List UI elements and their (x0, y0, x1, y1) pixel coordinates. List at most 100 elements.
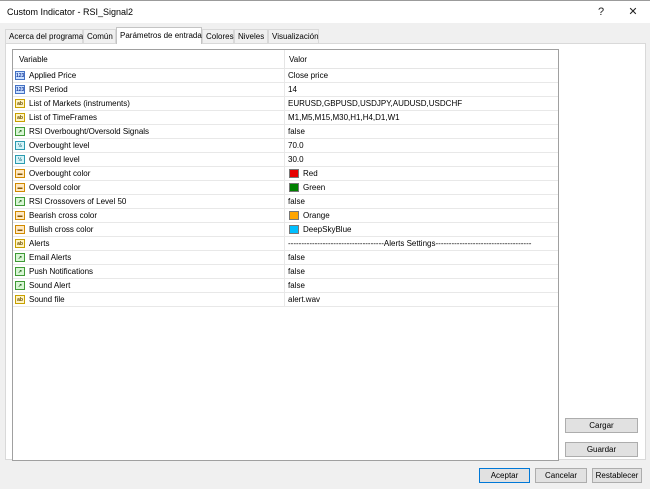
tab-common[interactable]: Común (83, 29, 116, 43)
tab-panel-input-parameters: Variable Valor 123 Applied Price Close pri… (5, 43, 646, 461)
parameter-name: List of TimeFrames (29, 113, 98, 122)
parameter-value[interactable]: Orange (303, 211, 330, 220)
parameter-value[interactable]: Red (303, 169, 318, 178)
cell-divider (284, 69, 285, 83)
parameter-value[interactable]: 14 (288, 85, 297, 94)
color-swatch[interactable] (289, 211, 299, 220)
parameter-name: Applied Price (29, 71, 77, 80)
parameter-value[interactable]: ------------------------------------Aler… (288, 239, 531, 248)
reset-button[interactable]: Restablecer (592, 468, 642, 483)
string-param-icon: ab (15, 99, 25, 108)
parameter-value[interactable]: false (288, 197, 305, 206)
parameter-value[interactable]: 30.0 (288, 155, 304, 164)
string-param-icon: ab (15, 239, 25, 248)
table-row[interactable]: ↗ RSI Crossovers of Level 50 false (13, 195, 558, 209)
parameter-value[interactable]: false (288, 127, 305, 136)
parameter-name: RSI Crossovers of Level 50 (29, 197, 127, 206)
integer-param-icon: 123 (15, 71, 25, 80)
parameter-name: RSI Period (29, 85, 68, 94)
column-header-value[interactable]: Valor (289, 55, 307, 64)
table-row[interactable]: 123 RSI Period 14 (13, 83, 558, 97)
parameter-name: Overbought color (29, 169, 91, 178)
help-button[interactable]: ? (586, 3, 616, 21)
table-header: Variable Valor (13, 50, 558, 69)
table-row[interactable]: ▬ Bearish cross color Orange (13, 209, 558, 223)
parameter-name: Sound file (29, 295, 65, 304)
parameter-value[interactable]: Close price (288, 71, 328, 80)
accept-button[interactable]: Aceptar (479, 468, 530, 483)
parameter-value[interactable]: false (288, 281, 305, 290)
cell-divider (284, 97, 285, 111)
table-row[interactable]: ▬ Overbought color Red (13, 167, 558, 181)
table-row[interactable]: ½ Oversold level 30.0 (13, 153, 558, 167)
table-row[interactable]: ½ Overbought level 70.0 (13, 139, 558, 153)
cell-divider (284, 223, 285, 237)
table-row[interactable]: ab List of Markets (instruments) EURUSD,GB… (13, 97, 558, 111)
cell-divider (284, 111, 285, 125)
parameter-value[interactable]: M1,M5,M15,M30,H1,H4,D1,W1 (288, 113, 400, 122)
parameter-value[interactable]: 70.0 (288, 141, 304, 150)
tab-colors[interactable]: Colores (202, 29, 234, 43)
table-row[interactable]: ▬ Oversold color Green (13, 181, 558, 195)
color-swatch[interactable] (289, 183, 299, 192)
double-param-icon: ½ (15, 155, 25, 164)
cell-divider (284, 181, 285, 195)
integer-param-icon: 123 (15, 85, 25, 94)
cell-divider (284, 237, 285, 251)
cell-divider (284, 251, 285, 265)
cell-divider (284, 153, 285, 167)
column-header-variable[interactable]: Variable (19, 55, 48, 64)
bool-param-icon: ↗ (15, 127, 25, 136)
string-param-icon: ab (15, 295, 25, 304)
cell-divider (284, 293, 285, 307)
color-param-icon: ▬ (15, 225, 25, 234)
parameter-name: Oversold color (29, 183, 81, 192)
load-button[interactable]: Cargar (565, 418, 638, 433)
close-button[interactable]: ✕ (618, 3, 648, 21)
cell-divider (284, 279, 285, 293)
table-row[interactable]: ab List of TimeFrames M1,M5,M15,M30,H1,H4,… (13, 111, 558, 125)
window-title: Custom Indicator - RSI_Signal2 (7, 7, 134, 17)
parameter-value[interactable]: Green (303, 183, 325, 192)
parameter-name: Bearish cross color (29, 211, 98, 220)
cell-divider (284, 83, 285, 97)
parameter-value[interactable]: alert.wav (288, 295, 320, 304)
tab-input-parameters[interactable]: Parámetros de entrada (116, 27, 202, 44)
bool-param-icon: ↗ (15, 281, 25, 290)
double-param-icon: ½ (15, 141, 25, 150)
parameter-name: Email Alerts (29, 253, 72, 262)
bool-param-icon: ↗ (15, 197, 25, 206)
parameter-value[interactable]: false (288, 253, 305, 262)
cell-divider (284, 195, 285, 209)
parameter-value[interactable]: false (288, 267, 305, 276)
save-button[interactable]: Guardar (565, 442, 638, 457)
color-swatch[interactable] (289, 169, 299, 178)
cell-divider (284, 139, 285, 153)
tab-levels[interactable]: Niveles (234, 29, 268, 43)
tab-visualization[interactable]: Visualización (268, 29, 319, 43)
cell-divider (284, 167, 285, 181)
bool-param-icon: ↗ (15, 267, 25, 276)
tab-about[interactable]: Acerca del programa (5, 29, 83, 43)
table-row[interactable]: ↗ Sound Alert false (13, 279, 558, 293)
table-row[interactable]: ↗ RSI Overbought/Oversold Signals false (13, 125, 558, 139)
column-divider[interactable] (284, 50, 285, 69)
table-row[interactable]: ab Sound file alert.wav (13, 293, 558, 307)
title-bar[interactable]: Custom Indicator - RSI_Signal2 ? ✕ (0, 1, 650, 23)
parameter-name: Push Notifications (29, 267, 94, 276)
table-row[interactable]: ab Alerts --------------------------------… (13, 237, 558, 251)
table-row[interactable]: ↗ Push Notifications false (13, 265, 558, 279)
string-param-icon: ab (15, 113, 25, 122)
parameter-value[interactable]: EURUSD,GBPUSD,USDJPY,AUDUSD,USDCHF (288, 99, 462, 108)
parameter-name: List of Markets (instruments) (29, 99, 130, 108)
table-row[interactable]: ↗ Email Alerts false (13, 251, 558, 265)
table-row[interactable]: 123 Applied Price Close price (13, 69, 558, 83)
parameters-table[interactable]: Variable Valor 123 Applied Price Close pri… (12, 49, 559, 461)
color-param-icon: ▬ (15, 169, 25, 178)
color-swatch[interactable] (289, 225, 299, 234)
cancel-button[interactable]: Cancelar (535, 468, 587, 483)
color-param-icon: ▬ (15, 183, 25, 192)
table-row[interactable]: ▬ Bullish cross color DeepSkyBlue (13, 223, 558, 237)
parameter-name: RSI Overbought/Oversold Signals (29, 127, 150, 136)
parameter-value[interactable]: DeepSkyBlue (303, 225, 351, 234)
